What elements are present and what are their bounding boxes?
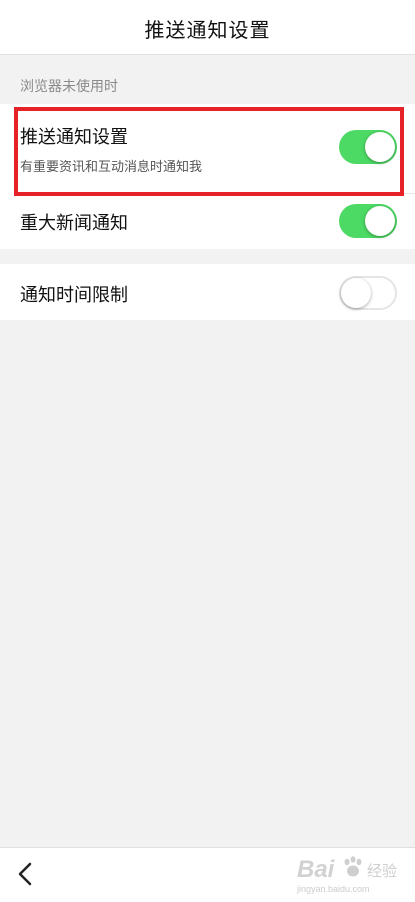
watermark-suffix: 经验 [367, 862, 398, 880]
top-navigation-bar: 推送通知设置 [0, 0, 415, 55]
notification-time-limit-toggle[interactable] [339, 276, 397, 310]
red-highlight-annotation [14, 107, 404, 196]
page-title: 推送通知设置 [144, 18, 271, 42]
back-button[interactable] [10, 858, 42, 890]
chevron-left-icon [18, 862, 32, 886]
toggle-knob [365, 206, 395, 236]
section-label: 浏览器未使用时 [20, 79, 118, 95]
watermark-brand: Bai [297, 856, 335, 883]
major-news-toggle[interactable] [339, 204, 397, 238]
paw-icon [344, 856, 362, 877]
major-news-notification-title: 重大新闻通知 [20, 213, 128, 234]
watermark-url: jingyan.baidu.com [297, 884, 370, 894]
settings-group-time-limit: 通知时间限制 [0, 264, 415, 320]
notification-time-limit-title: 通知时间限制 [20, 285, 128, 306]
baidu-jingyan-watermark: Bai 经验 jingyan.baidu.com [297, 854, 407, 898]
bottom-toolbar: Bai 经验 jingyan.baidu.com [0, 847, 415, 902]
toggle-knob [341, 278, 371, 308]
